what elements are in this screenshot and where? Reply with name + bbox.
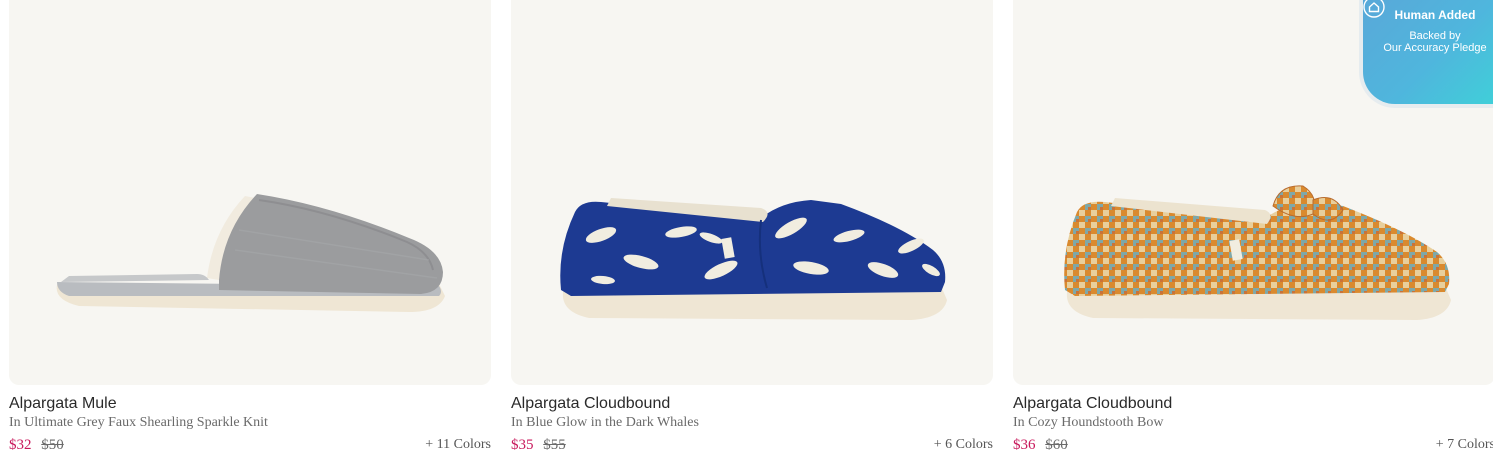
product-image[interactable] [511,0,993,385]
colors-count[interactable]: + 11 Colors [425,436,491,454]
product-color: In Ultimate Grey Faux Shearling Sparkle … [9,415,268,430]
badge-title: Human Added [1394,8,1476,22]
product-name[interactable]: Alpargata Cloudbound [511,395,993,413]
grey-mule-shoe-image [56,194,446,312]
colors-count[interactable]: + 6 Colors [934,436,993,454]
original-price: $60 [1045,437,1068,453]
original-price: $55 [543,437,566,453]
sale-price: $32 [9,437,32,453]
home-shield-icon [1363,0,1385,18]
product-image[interactable] [9,0,491,385]
sale-price: $36 [1013,437,1036,453]
product-card[interactable]: Alpargata Mule In Ultimate Grey Faux She… [9,0,491,454]
product-grid: Alpargata Mule In Ultimate Grey Faux She… [9,0,1493,454]
product-name[interactable]: Alpargata Cloudbound [1013,395,1493,413]
original-price: $50 [41,437,64,453]
sale-price: $35 [511,437,534,453]
product-name[interactable]: Alpargata Mule [9,395,491,413]
badge-line-2: Our Accuracy Pledge [1383,42,1487,54]
product-color: In Blue Glow in the Dark Whales [511,415,699,430]
badge-line-1: Backed by [1409,30,1461,42]
product-color: In Cozy Houndstooth Bow [1013,415,1164,430]
accuracy-badge[interactable]: Human Added Backed by Our Accuracy Pledg… [1359,0,1493,108]
product-card[interactable]: Human Added Backed by Our Accuracy Pledg… [1013,0,1493,454]
product-card[interactable]: Alpargata Cloudbound In Blue Glow in the… [511,0,993,454]
product-image[interactable]: Human Added Backed by Our Accuracy Pledg… [1013,0,1493,385]
price-row: $36 $60 + 7 Colors [1013,436,1493,454]
blue-whale-shoe-image [560,198,947,320]
price-row: $32 $50 + 11 Colors [9,436,491,454]
price-row: $35 $55 + 6 Colors [511,436,993,454]
colors-count[interactable]: + 7 Colors [1436,436,1493,454]
